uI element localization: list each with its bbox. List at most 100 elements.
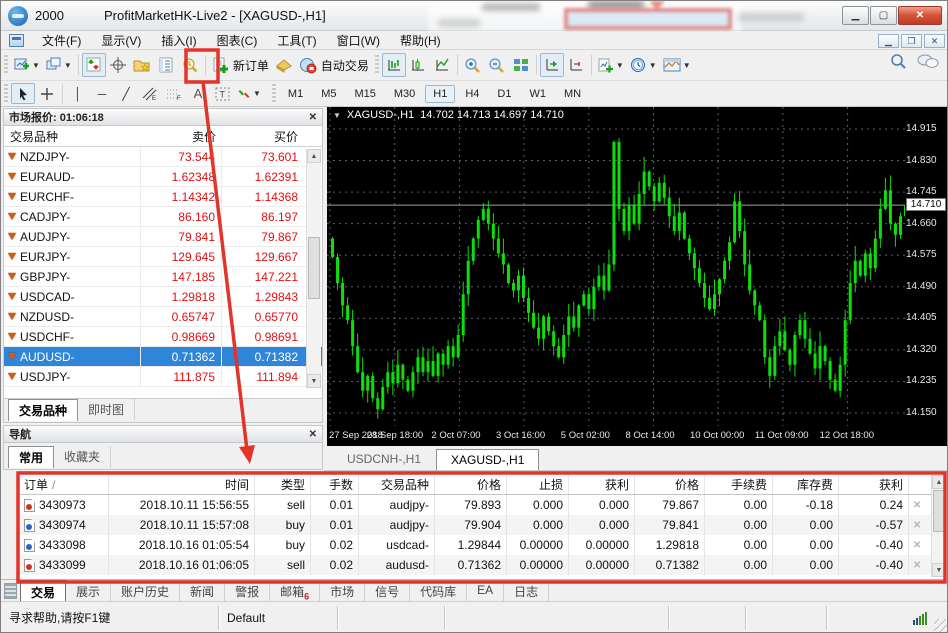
orders-column-2[interactable]: 类型 <box>255 475 311 494</box>
column-symbol[interactable]: 交易品种 <box>4 128 141 145</box>
crosshair-tool-button[interactable] <box>35 83 59 104</box>
order-close-icon[interactable]: ✕ <box>909 520 925 531</box>
tile-windows-button[interactable] <box>509 53 533 77</box>
trendline-tool-button[interactable]: ╱ <box>114 83 138 104</box>
scrollbar-thumb[interactable] <box>933 490 945 532</box>
chat-icon[interactable] <box>917 53 939 70</box>
orders-column-10[interactable]: 库存费 <box>773 475 839 494</box>
navigator-tab[interactable]: 常用 <box>8 446 55 468</box>
market-watch-row[interactable]: USDJPY- 111.875 111.894 <box>4 367 322 387</box>
order-close-icon[interactable]: ✕ <box>909 560 925 571</box>
order-close-icon[interactable]: ✕ <box>909 500 925 511</box>
menu-item[interactable]: 窗口(W) <box>327 31 390 50</box>
menu-item[interactable]: 工具(T) <box>267 31 326 50</box>
market-watch-toggle-button[interactable] <box>81 53 106 77</box>
orders-column-7[interactable]: 获利 <box>569 475 635 494</box>
market-watch-scrollbar[interactable]: ▲ ▼ <box>306 149 321 388</box>
order-close-icon[interactable]: ✕ <box>909 540 925 551</box>
toolbar-grip[interactable] <box>271 83 276 104</box>
fibonacci-tool-button[interactable]: F <box>162 83 186 104</box>
market-watch-close-icon[interactable]: ✕ <box>309 112 317 123</box>
data-window-button[interactable] <box>106 53 130 77</box>
line-chart-button[interactable] <box>430 53 454 77</box>
window-close-button[interactable]: ✕ <box>898 6 942 25</box>
timeframe-h4[interactable]: H4 <box>457 85 487 103</box>
autoscroll-button[interactable] <box>539 53 564 77</box>
menu-item[interactable]: 显示(V) <box>91 31 151 50</box>
navigator-tab[interactable]: 收藏夹 <box>54 446 112 468</box>
navigator-toggle-button[interactable] <box>130 53 154 77</box>
text-tool-button[interactable]: A <box>186 83 210 104</box>
scroll-down-icon[interactable]: ▼ <box>932 563 946 577</box>
profiles-button[interactable]: ▼ <box>43 53 75 77</box>
market-watch-row[interactable]: USDCAD- 1.29818 1.29843 <box>4 287 322 307</box>
timeframe-m15[interactable]: M15 <box>346 85 383 103</box>
chart-close-button[interactable]: ✕ <box>924 34 945 48</box>
orders-column-9[interactable]: 手续费 <box>705 475 773 494</box>
new-chart-button[interactable]: ▼ <box>11 53 43 77</box>
market-watch-row[interactable]: EURAUD- 1.62348 1.62391 <box>4 167 322 187</box>
zoom-out-button[interactable] <box>485 53 509 77</box>
chart-menu-caret-icon[interactable]: ▼ <box>333 111 341 120</box>
orders-column-11[interactable]: 获利 <box>839 475 909 494</box>
chart-system-menu-icon[interactable] <box>9 34 24 47</box>
window-minimize-button[interactable]: ▁ <box>842 6 869 25</box>
toolbar-grip[interactable] <box>4 83 8 104</box>
order-row[interactable]: 3430974 2018.10.11 15:57:08 buy 0.01 audjpy-… <box>19 515 947 535</box>
price-axis[interactable]: 14.915 14.830 14.745 14.660 14.575 14.490 14.4… <box>905 107 947 426</box>
metaeditor-button[interactable] <box>272 53 296 77</box>
timeframe-m1[interactable]: M1 <box>280 85 311 103</box>
column-ask[interactable]: 买价 <box>222 128 304 145</box>
market-watch-row[interactable]: NZDUSD- 0.65747 0.65770 <box>4 307 322 327</box>
timeframe-m5[interactable]: M5 <box>313 85 344 103</box>
market-watch-header[interactable]: 市场报价: 01:06:18 ✕ <box>3 108 323 126</box>
market-watch-tab[interactable]: 即时图 <box>78 399 136 420</box>
market-watch-row[interactable]: NZDJPY- 73.544 73.601 <box>4 147 322 167</box>
status-profile[interactable]: Default <box>219 606 338 630</box>
column-bid[interactable]: 卖价 <box>141 128 222 145</box>
orders-column-1[interactable]: 时间 <box>109 475 255 494</box>
horizontal-line-tool-button[interactable]: ─ <box>90 83 114 104</box>
timeframe-m30[interactable]: M30 <box>386 85 423 103</box>
market-watch-row[interactable]: AUDJPY- 79.841 79.867 <box>4 227 322 247</box>
scroll-up-icon[interactable]: ▲ <box>932 475 946 489</box>
scroll-down-icon[interactable]: ▼ <box>307 374 321 388</box>
market-watch-row[interactable]: USDCHF- 0.98669 0.98691 <box>4 327 322 347</box>
strategy-tester-button[interactable] <box>178 53 202 77</box>
orders-column-6[interactable]: 止损 <box>507 475 569 494</box>
resize-grip[interactable] <box>934 619 947 632</box>
chart-tab[interactable]: XAGUSD-,H1 <box>436 449 540 470</box>
time-axis[interactable]: 27 Sep 2018 28 Sep 18:00 2 Oct 07:00 3 Oct … <box>327 426 947 446</box>
market-watch-tab[interactable]: 交易品种 <box>8 399 79 421</box>
market-watch-row[interactable]: AUDUSD- 0.71362 0.71382 <box>4 347 322 367</box>
market-watch-row[interactable]: GBPJPY- 147.185 147.221 <box>4 267 322 287</box>
order-row[interactable]: 3433098 2018.10.16 01:05:54 buy 0.02 usdcad-… <box>19 535 947 555</box>
terminal-scrollbar[interactable]: ▲ ▼ <box>931 475 946 577</box>
chart-plot-area[interactable]: ▼ XAGUSD-,H1 14.702 14.713 14.697 14.710 <box>327 107 905 426</box>
toolbar-grip[interactable] <box>374 55 379 75</box>
orders-column-8[interactable]: 价格 <box>635 475 705 494</box>
scroll-up-icon[interactable]: ▲ <box>307 149 321 163</box>
search-icon[interactable] <box>890 53 907 70</box>
timeframe-mn[interactable]: MN <box>556 85 589 103</box>
market-watch-row[interactable]: EURJPY- 129.645 129.667 <box>4 247 322 267</box>
timeframe-w1[interactable]: W1 <box>521 85 554 103</box>
chart-tab[interactable]: USDCNH-,H1 <box>332 448 436 470</box>
orders-column-3[interactable]: 手数 <box>311 475 359 494</box>
vertical-line-tool-button[interactable]: │ <box>66 83 90 104</box>
menu-item[interactable]: 插入(I) <box>151 31 206 50</box>
candlestick-button[interactable] <box>406 53 430 77</box>
menu-item[interactable]: 帮助(H) <box>390 31 451 50</box>
terminal-toggle-button[interactable] <box>154 53 178 77</box>
order-row[interactable]: 3433099 2018.10.16 01:06:05 sell 0.02 audusd… <box>19 555 947 575</box>
chart-restore-button[interactable]: ❐ <box>901 34 922 48</box>
orders-column-5[interactable]: 价格 <box>435 475 507 494</box>
orders-column-0[interactable]: 订单 / <box>19 475 109 494</box>
market-watch-row[interactable]: CADJPY- 86.160 86.197 <box>4 207 322 227</box>
indicators-button[interactable]: ▼ <box>595 53 627 77</box>
new-order-button[interactable]: 新订单 <box>209 53 272 77</box>
navigator-close-icon[interactable]: ✕ <box>309 429 317 440</box>
menu-item[interactable]: 文件(F) <box>32 31 91 50</box>
autotrading-button[interactable]: 自动交易 <box>296 53 372 77</box>
bar-chart-button[interactable] <box>381 53 406 77</box>
